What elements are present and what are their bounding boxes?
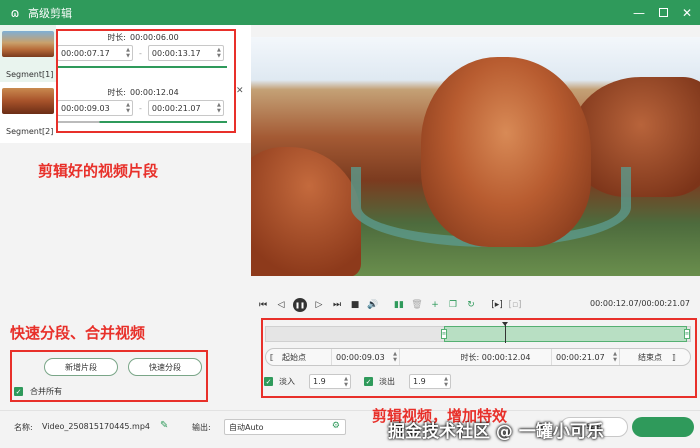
segment-thumbnail-2[interactable]: [2, 88, 54, 114]
delete-icon[interactable]: 🗑: [411, 299, 423, 311]
video-preview[interactable]: [251, 37, 700, 276]
window-title: 高级剪辑: [28, 6, 72, 20]
add-icon[interactable]: +: [429, 299, 441, 311]
step-back-icon[interactable]: ◁: [275, 299, 287, 311]
segment-thumbnail-1[interactable]: [2, 31, 54, 57]
settings-icon: ⚙: [331, 421, 340, 431]
segment-label-1[interactable]: Segment[1]: [6, 70, 53, 79]
merge-all-label: 合并所有: [30, 387, 62, 396]
merge-all-checkbox[interactable]: ✓: [14, 387, 23, 396]
close-window-icon[interactable]: ✕: [680, 6, 694, 20]
split-icon[interactable]: ▮▮: [393, 299, 405, 311]
split-merge-controls: 新增片段 快速分段 ✓ 合并所有: [10, 350, 208, 408]
remove-segment-icon[interactable]: ✕: [236, 86, 244, 96]
app-logo-icon: ɷ: [10, 5, 20, 20]
refresh-icon[interactable]: ↻: [465, 299, 477, 311]
pause-icon[interactable]: ❚❚: [293, 298, 307, 312]
player-controls: ⏮ ◁ ❚❚ ▷ ⏭ ■ 🔊 ▮▮ 🗑 + ❐ ↻ [▸] [▫] 00:00:…: [251, 290, 700, 320]
annotation-box-segments: [56, 29, 236, 133]
stop-icon[interactable]: ■: [349, 299, 361, 311]
name-label: 名称:: [14, 423, 33, 432]
add-segment-button[interactable]: 新增片段: [44, 358, 118, 376]
title-bar: ɷ 高级剪辑 — ✕: [0, 0, 700, 25]
annotation-split: 快速分段、合并视频: [10, 324, 146, 342]
output-select[interactable]: 自动Auto ⚙: [224, 419, 346, 435]
skip-start-icon[interactable]: ⏮: [257, 299, 269, 311]
output-label: 输出:: [192, 423, 211, 432]
mark-out-icon[interactable]: [▫]: [508, 299, 521, 311]
annotation-clips: 剪辑好的视频片段: [38, 162, 159, 180]
annotation-box-edit: [261, 318, 697, 398]
maximize-icon[interactable]: [656, 6, 670, 20]
playback-timecode: 00:00:12.07/00:00:21.07: [590, 299, 690, 308]
quick-split-button[interactable]: 快速分段: [128, 358, 202, 376]
watermark: 掘金技术社区 @ 一罐小可乐: [388, 422, 604, 442]
advanced-edit-window: ɷ 高级剪辑 — ✕ Segment[1] Segment[2] 时长: 00:0…: [0, 0, 700, 448]
mark-in-icon[interactable]: [▸]: [491, 299, 503, 311]
minimize-icon[interactable]: —: [632, 6, 646, 20]
volume-icon[interactable]: 🔊: [367, 299, 379, 311]
file-name: Video_250815170445.mp4: [42, 422, 150, 431]
segment-label-2[interactable]: Segment[2]: [6, 127, 53, 136]
skip-end-icon[interactable]: ⏭: [331, 299, 343, 311]
copy-icon[interactable]: ❐: [447, 299, 459, 311]
edit-name-icon[interactable]: ✎: [160, 420, 168, 431]
confirm-button[interactable]: [632, 417, 694, 437]
step-forward-icon[interactable]: ▷: [313, 299, 325, 311]
